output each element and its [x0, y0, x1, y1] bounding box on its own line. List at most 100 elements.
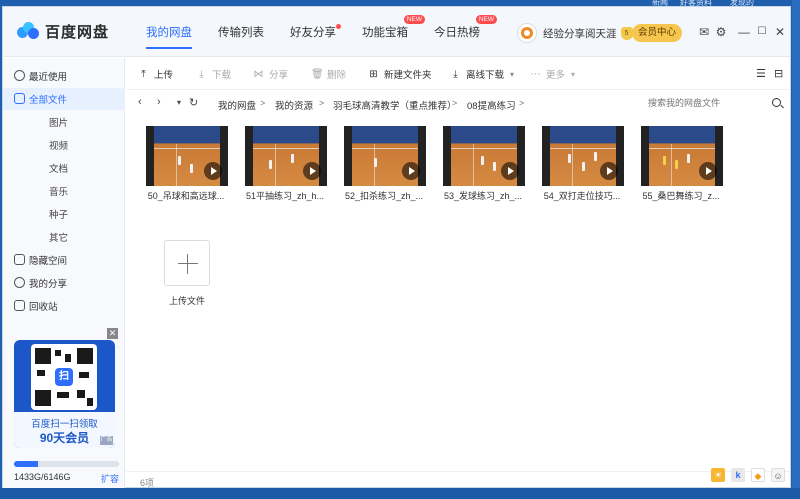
- forward-icon[interactable]: ›: [157, 96, 161, 108]
- sidebar-item-label: 图片: [49, 118, 69, 129]
- file-item[interactable]: 52_扣杀练习_zh_...: [336, 116, 426, 201]
- upload-file-tile[interactable]: [164, 240, 210, 286]
- sidebar-item-other[interactable]: 其它: [3, 226, 125, 248]
- file-item[interactable]: 50_吊球和高远球...: [138, 116, 228, 201]
- lock-icon: [14, 254, 25, 265]
- title-bar: 百度网盘 我的网盘 传输列表 好友分享 功能宝箱 NEW 今日热榜 NEW 经验分享…: [3, 7, 790, 57]
- tray-app-icon[interactable]: ☺: [771, 468, 785, 482]
- promo-line1: 百度扫一扫领取: [31, 419, 98, 430]
- sidebar-item-documents[interactable]: 文档: [3, 157, 125, 179]
- promo-banner[interactable]: 扫 百度扫一扫领取 90天会员 广告: [14, 340, 115, 448]
- expand-storage-link[interactable]: 扩容: [101, 472, 119, 485]
- trash-icon: [14, 300, 25, 311]
- sidebar-item-my-share[interactable]: 我的分享: [3, 272, 125, 294]
- file-name: 50_吊球和高远球...: [147, 191, 225, 201]
- tray-app-icon[interactable]: ◆: [751, 468, 765, 482]
- path-bar: ‹ › ▾ ↻ 我的网盘 > 我的资源 > 羽毛球高清教学（重点推荐） > 08…: [126, 90, 790, 116]
- file-name: 53_发球练习_zh_...: [443, 191, 523, 201]
- offline-download-button[interactable]: ⤓ 离线下载 ▾: [450, 67, 515, 82]
- share-button[interactable]: ⋈ 分享: [253, 67, 289, 82]
- refresh-icon[interactable]: ↻: [189, 96, 198, 109]
- chevron-right-icon: >: [452, 98, 458, 108]
- file-item[interactable]: 54_双打走位技巧...: [534, 116, 624, 201]
- user-name[interactable]: 经验分享阅天涯: [543, 26, 617, 41]
- upload-button[interactable]: ⤒ 上传: [138, 67, 173, 82]
- sidebar-item-label: 隐藏空间: [29, 256, 68, 267]
- promo-close-button[interactable]: ✕: [107, 328, 118, 339]
- button-label: 删除: [327, 70, 347, 81]
- file-name: 54_双打走位技巧...: [543, 191, 621, 201]
- tab-toolbox[interactable]: 功能宝箱 NEW: [349, 7, 425, 57]
- sidebar-item-label: 种子: [49, 210, 69, 221]
- tab-label: 好友分享: [290, 27, 336, 39]
- share-icon: ⋈: [253, 68, 264, 80]
- tray-app-icon[interactable]: k: [731, 468, 745, 482]
- folder-plus-icon: ⊞: [369, 68, 378, 80]
- new-badge: NEW: [475, 15, 497, 24]
- sidebar-item-all-files[interactable]: 全部文件: [3, 88, 125, 110]
- tab-my-disk[interactable]: 我的网盘: [133, 7, 205, 57]
- tray-app-icon[interactable]: ☀: [711, 468, 725, 482]
- storage-progress-fill: [14, 461, 39, 467]
- user-profile[interactable]: 经验分享阅天涯 5: [517, 23, 633, 43]
- back-icon[interactable]: ‹: [138, 96, 142, 108]
- sidebar-item-recent[interactable]: 最近使用: [3, 65, 125, 87]
- delete-button[interactable]: 🗑 删除: [311, 67, 347, 82]
- sidebar-item-torrents[interactable]: 种子: [3, 203, 125, 225]
- main-nav: 我的网盘 传输列表 好友分享 功能宝箱 NEW 今日热榜 NEW: [133, 7, 497, 57]
- file-item[interactable]: 51平抽练习_zh_h...: [237, 116, 327, 201]
- breadcrumb-item[interactable]: 我的网盘: [218, 98, 256, 112]
- trash-icon: 🗑: [311, 68, 324, 80]
- sidebar-item-images[interactable]: 图片: [3, 111, 125, 133]
- sidebar: 最近使用 全部文件 图片 视频 文档 音乐 种子 其它 隐藏空间 我的分享 回收…: [3, 58, 125, 488]
- sidebar-item-label: 我的分享: [29, 279, 68, 290]
- play-icon: [699, 162, 717, 180]
- system-tray: ☀ k ◆ ☺: [711, 468, 791, 482]
- more-button[interactable]: ⋯ 更多 ▾: [530, 67, 576, 82]
- clock-icon: [14, 70, 25, 81]
- breadcrumb-item[interactable]: 我的资源: [275, 98, 313, 112]
- sidebar-item-music[interactable]: 音乐: [3, 180, 125, 202]
- taskbar: [0, 488, 800, 499]
- chevron-down-icon: ▾: [571, 69, 576, 79]
- grid-view-icon[interactable]: ⊟: [774, 67, 783, 80]
- history-dropdown-icon[interactable]: ▾: [177, 98, 181, 107]
- minimize-icon[interactable]: —: [737, 25, 751, 39]
- tab-transfer-list[interactable]: 传输列表: [205, 7, 277, 57]
- video-thumbnail: [542, 126, 624, 186]
- breadcrumb-item[interactable]: 08提高练习: [467, 98, 516, 112]
- button-label: 下载: [212, 70, 232, 81]
- chevron-right-icon: >: [519, 98, 525, 108]
- maximize-icon[interactable]: ☐: [755, 25, 769, 39]
- app-window: 百度网盘 我的网盘 传输列表 好友分享 功能宝箱 NEW 今日热榜 NEW 经验分享…: [2, 6, 791, 488]
- download-button[interactable]: ⤓ 下载: [196, 67, 232, 82]
- storage-usage: 1433G/6146G: [14, 472, 71, 482]
- file-item[interactable]: 53_发球练习_zh_...: [435, 116, 525, 201]
- sort-icon[interactable]: ☰: [756, 67, 766, 80]
- tab-friend-share[interactable]: 好友分享: [277, 7, 349, 57]
- sidebar-item-videos[interactable]: 视频: [3, 134, 125, 156]
- vip-level-icon: 5: [620, 26, 633, 40]
- avatar[interactable]: [517, 23, 537, 43]
- gear-icon[interactable]: ⚙: [714, 25, 728, 39]
- sidebar-item-recycle-bin[interactable]: 回收站: [3, 295, 125, 317]
- play-icon: [501, 162, 519, 180]
- mail-icon[interactable]: ✉: [697, 25, 711, 39]
- tab-hot-list[interactable]: 今日热榜 NEW: [421, 7, 497, 57]
- new-folder-button[interactable]: ⊞ 新建文件夹: [368, 67, 431, 82]
- close-icon[interactable]: ✕: [773, 25, 787, 39]
- button-label: 分享: [269, 70, 289, 81]
- app-logo: 百度网盘: [17, 21, 109, 42]
- upload-icon: ⤒: [141, 68, 146, 80]
- breadcrumb-item[interactable]: 羽毛球高清教学（重点推荐）: [333, 98, 457, 112]
- search-input[interactable]: [642, 94, 782, 112]
- search-icon[interactable]: [772, 98, 781, 107]
- file-item[interactable]: 55_桑巴舞练习_z...: [633, 116, 723, 201]
- vip-center-button[interactable]: 会员中心: [632, 24, 682, 42]
- item-count: 6项: [140, 478, 155, 488]
- sidebar-item-label: 其它: [49, 233, 69, 244]
- chevron-down-icon: ▾: [510, 69, 515, 79]
- cloud-logo-icon: [17, 21, 41, 42]
- file-name: 55_桑巴舞练习_z...: [642, 191, 720, 201]
- sidebar-item-hidden-space[interactable]: 隐藏空间: [3, 249, 125, 271]
